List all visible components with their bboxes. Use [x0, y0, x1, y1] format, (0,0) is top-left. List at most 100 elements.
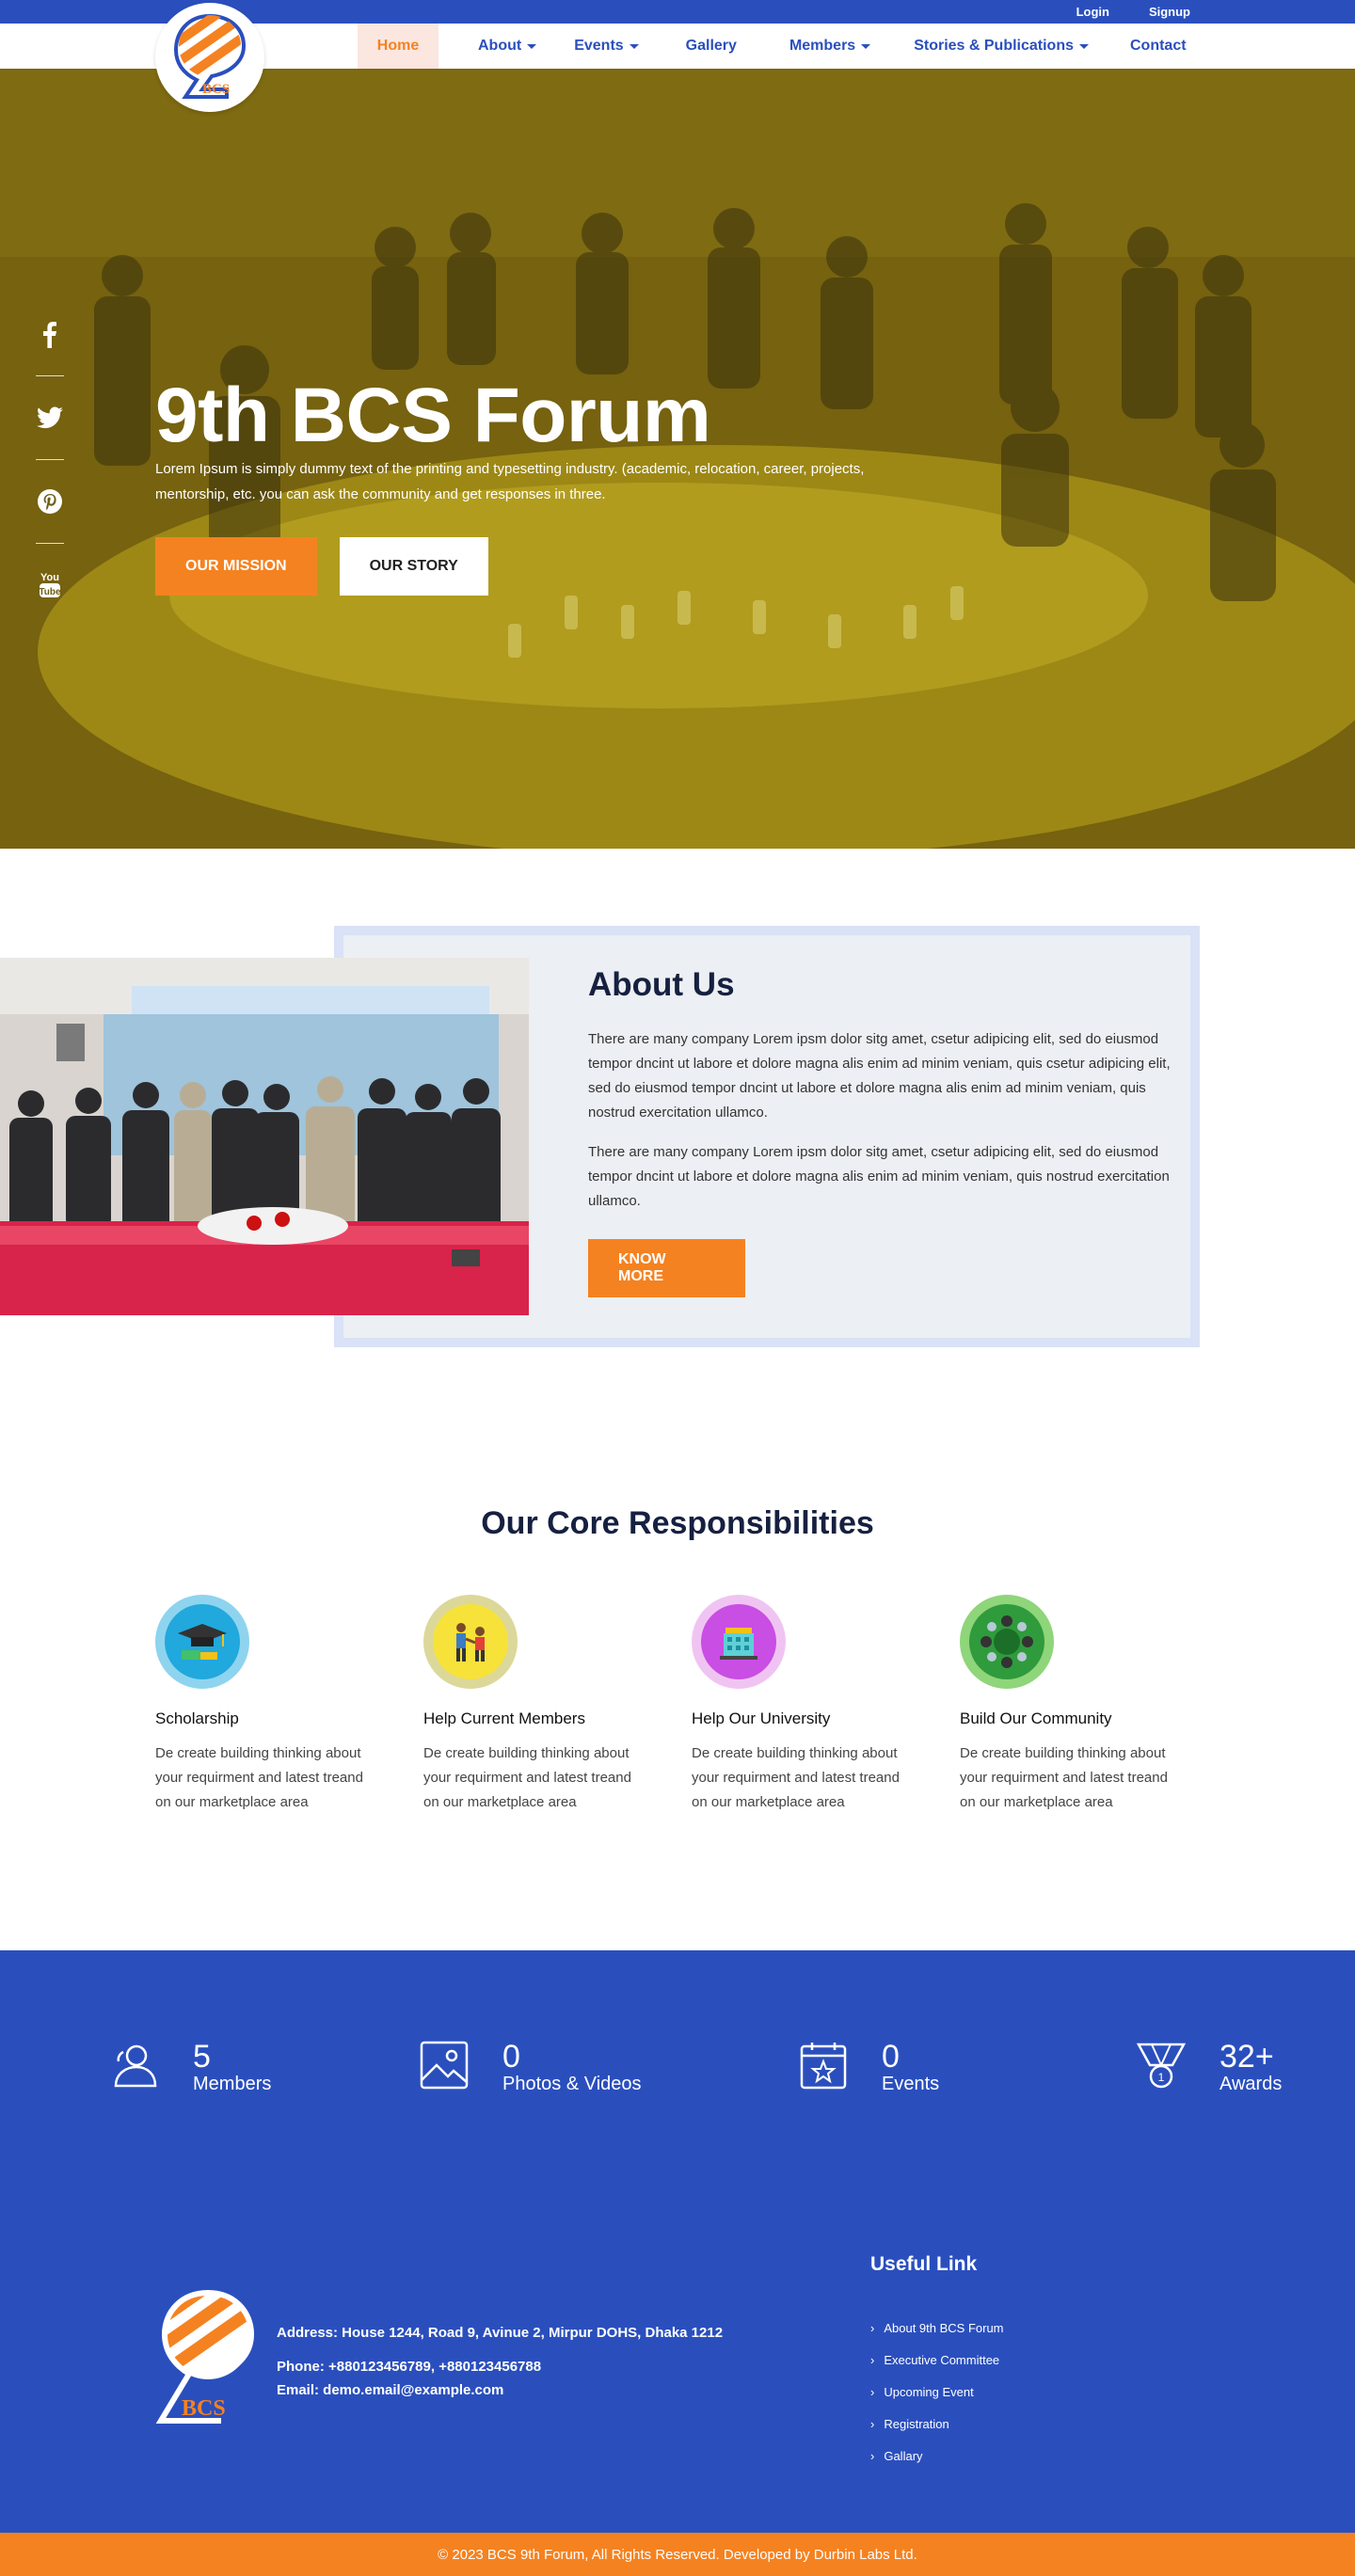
- nav-members[interactable]: Members: [765, 24, 895, 69]
- svg-text:You: You: [40, 572, 59, 583]
- youtube-icon[interactable]: You Tube: [34, 566, 66, 604]
- divider: [36, 543, 64, 544]
- nav-contact[interactable]: Contact: [1108, 24, 1209, 69]
- hero-section: You Tube 9th BCS Forum Lorem Ipsum is sim…: [0, 69, 1355, 849]
- stat-value: 0: [502, 2039, 520, 2075]
- footer-link-label: About 9th BCS Forum: [884, 2320, 1004, 2335]
- stat-value: 0: [882, 2039, 900, 2075]
- chevron-down-icon: [527, 43, 537, 49]
- divider: [36, 459, 64, 460]
- footer-link[interactable]: › Registration: [870, 2408, 1004, 2440]
- stat-label: Photos & Videos: [502, 2074, 642, 2094]
- card-text: De create building thinking about your r…: [692, 1745, 900, 1810]
- card-text: De create building thinking about your r…: [155, 1745, 363, 1810]
- signup-link[interactable]: Signup: [1149, 5, 1190, 19]
- nav-label: About: [478, 38, 522, 54]
- about-paragraph-2: There are many company Lorem ipsm dolor …: [588, 1144, 1170, 1209]
- graduation-icon: [155, 1595, 249, 1689]
- card-title: Scholarship: [155, 1709, 239, 1727]
- core-responsibilities-section: Our Core Responsibilities Scholarship De…: [0, 1402, 1355, 1950]
- about-group-photo: [0, 958, 529, 1315]
- footer-email: Email: demo.email@example.com: [277, 2382, 504, 2398]
- stat-photos: 0 Photos & Videos: [420, 2041, 642, 2095]
- main-nav: BCS Home About Events Gallery Members St…: [0, 3, 1355, 112]
- stat-members: 5 Members: [110, 2041, 271, 2095]
- core-title: Our Core Responsibilities: [481, 1505, 874, 1541]
- svg-text:1: 1: [1158, 2071, 1165, 2084]
- copyright-bar: © 2023 BCS 9th Forum, All Rights Reserve…: [0, 2533, 1355, 2576]
- nav-stories[interactable]: Stories & Publications: [895, 24, 1108, 69]
- hero-buttons: OUR MISSION OUR STORY: [155, 537, 488, 596]
- hero-title: 9th BCS Forum: [155, 373, 711, 458]
- footer-link[interactable]: › About 9th BCS Forum: [870, 2312, 1004, 2344]
- about-title: About Us: [588, 966, 735, 1003]
- stat-text: 0 Events: [882, 2041, 939, 2095]
- about-section: About Us There are many company Lorem ip…: [0, 849, 1355, 1402]
- svg-text:Tube: Tube: [39, 587, 61, 597]
- nav-label: Contact: [1130, 38, 1187, 54]
- footer-phone: Phone: +880123456789, +880123456788: [277, 2359, 542, 2375]
- login-link[interactable]: Login: [1076, 5, 1109, 19]
- stat-events: 0 Events: [799, 2041, 939, 2095]
- about-paragraph-1: There are many company Lorem ipsm dolor …: [588, 1031, 1171, 1121]
- helping-hand-icon: [423, 1595, 518, 1689]
- stat-text: 32+ Awards: [1220, 2041, 1282, 2095]
- nav-label: Stories & Publications: [914, 38, 1074, 54]
- svg-text:BCS: BCS: [202, 82, 230, 97]
- pinterest-icon[interactable]: [34, 483, 66, 520]
- our-story-button[interactable]: OUR STORY: [339, 537, 488, 596]
- card-text: De create building thinking about your r…: [960, 1745, 1168, 1810]
- footer-link[interactable]: › Gallary: [870, 2440, 1004, 2472]
- medal-icon: 1: [1137, 2043, 1186, 2089]
- know-more-button[interactable]: KNOW MORE: [588, 1239, 745, 1297]
- nav-home[interactable]: Home: [358, 24, 438, 69]
- chevron-down-icon: [629, 43, 639, 49]
- footer-link-label: Registration: [884, 2416, 949, 2431]
- stat-value: 32+: [1220, 2039, 1274, 2075]
- card-title: Help Our University: [692, 1709, 831, 1727]
- nav-about[interactable]: About: [459, 24, 555, 69]
- chevron-right-icon: ›: [870, 2448, 875, 2463]
- stat-text: 5 Members: [193, 2041, 271, 2095]
- chevron-right-icon: ›: [870, 2320, 875, 2335]
- footer-link-label: Executive Committee: [884, 2352, 1000, 2367]
- nav-gallery[interactable]: Gallery: [658, 24, 765, 69]
- facebook-icon[interactable]: [34, 315, 66, 353]
- image-icon: [420, 2041, 469, 2090]
- footer-logo[interactable]: BCS: [155, 2289, 261, 2430]
- useful-links-title: Useful Link: [870, 2253, 978, 2275]
- stat-label: Awards: [1220, 2074, 1283, 2094]
- chevron-right-icon: ›: [870, 2384, 875, 2399]
- nav-label: Gallery: [685, 38, 737, 54]
- stats-footer-section: 5 Members 0 Photos & Videos 0 Events 1 3…: [0, 1950, 1355, 2533]
- nav-label: Members: [789, 38, 856, 54]
- footer-address: Address: House 1244, Road 9, Avinue 2, M…: [277, 2325, 724, 2341]
- nav-events[interactable]: Events: [555, 24, 657, 69]
- divider: [36, 375, 64, 376]
- footer-link[interactable]: › Upcoming Event: [870, 2376, 1004, 2408]
- card-help-university: Help Our University De create building t…: [692, 1595, 916, 1815]
- nav-label: Events: [574, 38, 624, 54]
- footer-link[interactable]: › Executive Committee: [870, 2344, 1004, 2376]
- card-scholarship: Scholarship De create building thinking …: [155, 1595, 379, 1815]
- twitter-icon[interactable]: [34, 399, 66, 437]
- user-icon: [114, 2044, 157, 2088]
- calendar-star-icon: [800, 2043, 847, 2090]
- card-help-members: Help Current Members De create building …: [423, 1595, 647, 1815]
- chevron-down-icon: [1079, 43, 1089, 49]
- stat-label: Members: [193, 2074, 272, 2094]
- logo[interactable]: BCS: [155, 3, 264, 112]
- footer-link-label: Upcoming Event: [884, 2384, 974, 2399]
- stat-awards: 1 32+ Awards: [1137, 2041, 1282, 2095]
- chevron-down-icon: [861, 43, 871, 49]
- nav-label: Home: [376, 38, 420, 54]
- stat-label: Events: [882, 2074, 940, 2094]
- chevron-right-icon: ›: [870, 2416, 875, 2431]
- our-mission-button[interactable]: OUR MISSION: [155, 537, 317, 596]
- logo-icon: BCS: [155, 2290, 255, 2424]
- footer-link-label: Gallary: [884, 2448, 923, 2463]
- core-cards: Scholarship De create building thinking …: [155, 1595, 1184, 1815]
- stat-text: 0 Photos & Videos: [502, 2041, 642, 2095]
- social-links: You Tube: [34, 315, 66, 604]
- hero-description: Lorem Ipsum is simply dummy text of the …: [155, 461, 865, 502]
